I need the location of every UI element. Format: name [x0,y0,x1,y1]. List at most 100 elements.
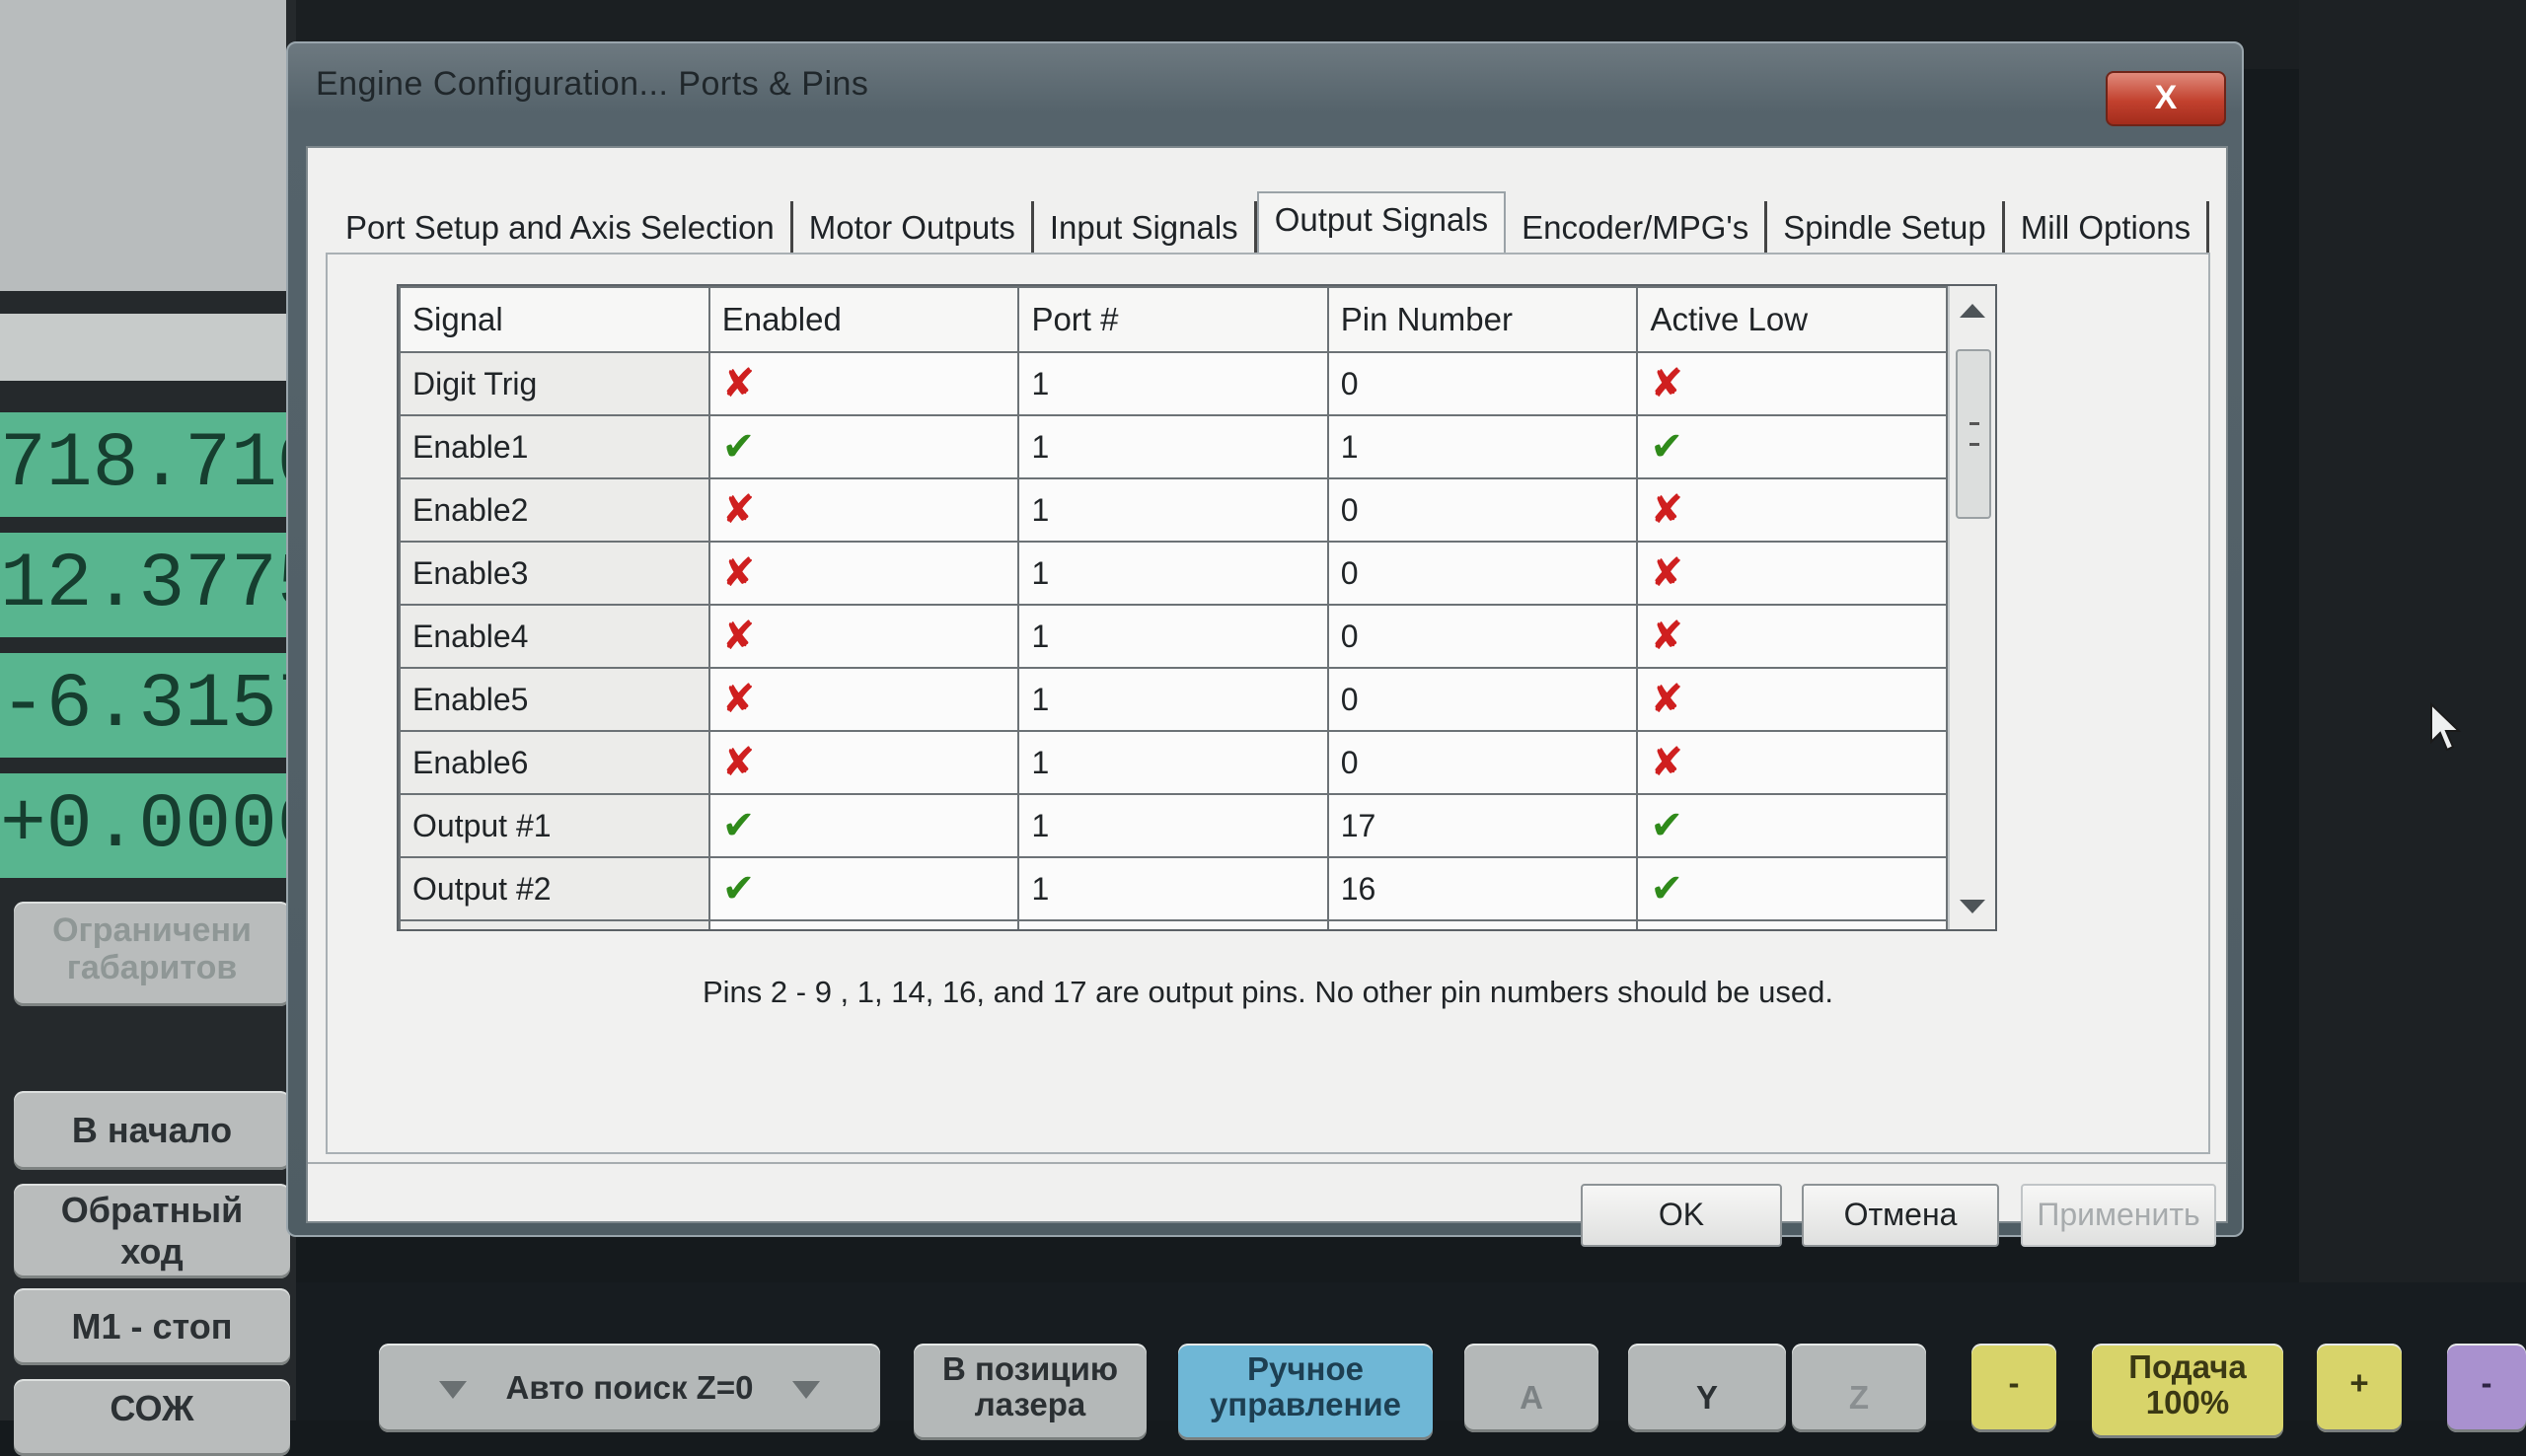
feed-plus-button[interactable]: + [2317,1344,2402,1432]
cell-active-low[interactable]: ✘ [1636,730,1948,795]
scroll-thumb[interactable] [1956,349,1991,519]
cell-active-low[interactable]: ✘ [1636,351,1948,416]
cell-signal[interactable]: Output #3 [399,919,710,929]
cell-pin[interactable]: 0 [1326,730,1639,795]
table-row[interactable]: Output #1 ✔ 1 17 ✔ [399,793,1948,858]
reverse-button[interactable]: Обратный ход [14,1184,290,1278]
cell-enabled[interactable]: ✔ [707,414,1020,479]
table-row[interactable]: Digit Trig ✘ 1 0 ✘ [399,351,1948,416]
table-row[interactable]: Enable6 ✘ 1 0 ✘ [399,730,1948,795]
cell-port[interactable]: 1 [1017,793,1329,858]
cell-active-low[interactable]: ✘ [1636,667,1948,732]
cell-signal[interactable]: Enable1 [399,414,710,479]
cell-enabled[interactable]: ✔ [707,793,1020,858]
limits-button[interactable]: Ограничени габаритов [14,902,290,1006]
close-button[interactable]: X [2106,71,2226,126]
cell-port[interactable]: 1 [1017,414,1329,479]
cell-signal[interactable]: Enable6 [399,730,710,795]
cell-signal[interactable]: Enable5 [399,667,710,732]
cell-signal[interactable]: Output #1 [399,793,710,858]
cell-active-low[interactable]: ✘ [1636,919,1948,929]
coolant-button[interactable]: СОЖ [14,1379,290,1456]
cell-pin[interactable]: 0 [1326,667,1639,732]
feed-line2: 100% [2145,1384,2230,1420]
home-button-label: В начало [71,1110,233,1150]
cell-port[interactable]: 1 [1017,477,1329,543]
column-header-enabled[interactable]: Enabled [707,286,1020,353]
left-control-panel: 718.7109 12.3775 -6.3157 +0.0000 Огранич… [0,0,296,1456]
axis-y-button[interactable]: Y [1628,1344,1786,1432]
cell-signal[interactable]: Digit Trig [399,351,710,416]
cell-pin[interactable]: 0 [1326,351,1639,416]
cell-signal[interactable]: Enable2 [399,477,710,543]
cancel-button[interactable]: Отмена [1802,1184,1999,1247]
table-row[interactable]: Enable3 ✘ 1 0 ✘ [399,541,1948,606]
minus-button[interactable]: - [2447,1344,2526,1432]
cross-icon: ✘ [722,930,756,932]
column-header-active-low[interactable]: Active Low [1636,286,1948,353]
column-header-port[interactable]: Port # [1017,286,1329,353]
auto-z-button[interactable]: Авто поиск Z=0 [379,1344,880,1432]
cell-enabled[interactable]: ✘ [707,541,1020,606]
cell-pin[interactable]: 1 [1326,414,1639,479]
cell-port[interactable]: 1 [1017,730,1329,795]
apply-button[interactable]: Применить [2021,1184,2216,1247]
cell-signal[interactable]: Enable3 [399,541,710,606]
table-row[interactable]: Enable2 ✘ 1 0 ✘ [399,477,1948,543]
cell-active-low[interactable]: ✔ [1636,793,1948,858]
cell-enabled[interactable]: ✘ [707,351,1020,416]
cell-active-low[interactable]: ✔ [1636,414,1948,479]
cell-enabled[interactable]: ✘ [707,604,1020,669]
column-header-pin[interactable]: Pin Number [1326,286,1639,353]
axis-a-button[interactable]: A [1464,1344,1598,1432]
table-row[interactable]: Enable4 ✘ 1 0 ✘ [399,604,1948,669]
tab-output-signals[interactable]: Output Signals [1256,191,1507,256]
vertical-scrollbar[interactable] [1948,286,1995,929]
tab-mill-options[interactable]: Mill Options [2005,201,2210,256]
column-header-signal[interactable]: Signal [399,286,710,353]
cell-port[interactable]: 1 [1017,604,1329,669]
cell-signal[interactable]: Output #2 [399,856,710,921]
cell-enabled[interactable]: ✘ [707,919,1020,932]
cell-active-low[interactable]: ✔ [1636,856,1948,921]
scroll-up-icon[interactable] [1960,304,1985,318]
cross-icon: ✘ [1650,740,1683,784]
cell-pin[interactable]: 17 [1326,793,1639,858]
table-row[interactable]: Enable1 ✔ 1 1 ✔ [399,414,1948,479]
cell-pin[interactable]: 16 [1326,856,1639,921]
tab-input-signals[interactable]: Input Signals [1034,201,1257,256]
cell-signal[interactable]: Enable4 [399,604,710,669]
cell-enabled[interactable]: ✘ [707,730,1020,795]
cell-enabled[interactable]: ✔ [707,856,1020,921]
panel-top-area [0,0,286,291]
tab-port-setup[interactable]: Port Setup and Axis Selection [330,201,793,256]
laser-position-button[interactable]: В позицию лазера [914,1344,1147,1440]
cell-enabled[interactable]: ✘ [707,477,1020,543]
cell-active-low[interactable]: ✘ [1636,541,1948,606]
axis-z-button[interactable]: Z [1792,1344,1926,1432]
tab-encoder-mpg[interactable]: Encoder/MPG's [1506,201,1768,256]
cell-pin[interactable]: 0 [1326,477,1639,543]
table-row[interactable]: Output #3 ✘ 10 ✘ [399,919,1948,932]
tab-motor-outputs[interactable]: Motor Outputs [793,201,1034,256]
home-button[interactable]: В начало [14,1091,290,1170]
cell-active-low[interactable]: ✘ [1636,477,1948,543]
table-row[interactable]: Enable5 ✘ 1 0 ✘ [399,667,1948,732]
cell-pin[interactable]: 0 [1326,604,1639,669]
m1-stop-button[interactable]: M1 - стоп [14,1288,290,1365]
manual-control-button[interactable]: Ручное управление [1178,1344,1433,1440]
cell-port[interactable]: 1 [1017,541,1329,606]
tab-spindle-setup[interactable]: Spindle Setup [1767,201,2005,256]
feed-minus-button[interactable]: - [1971,1344,2056,1432]
table-row[interactable]: Output #2 ✔ 1 16 ✔ [399,856,1948,921]
scroll-down-icon[interactable] [1960,900,1985,913]
cell-port[interactable]: 1 [1017,351,1329,416]
cell-active-low[interactable]: ✘ [1636,604,1948,669]
cell-pin[interactable]: 0 [1326,919,1639,929]
cell-port[interactable]: 1 [1017,919,1329,929]
cell-port[interactable]: 1 [1017,856,1329,921]
cell-port[interactable]: 1 [1017,667,1329,732]
cell-enabled[interactable]: ✘ [707,667,1020,732]
ok-button[interactable]: OK [1581,1184,1782,1247]
cell-pin[interactable]: 0 [1326,541,1639,606]
